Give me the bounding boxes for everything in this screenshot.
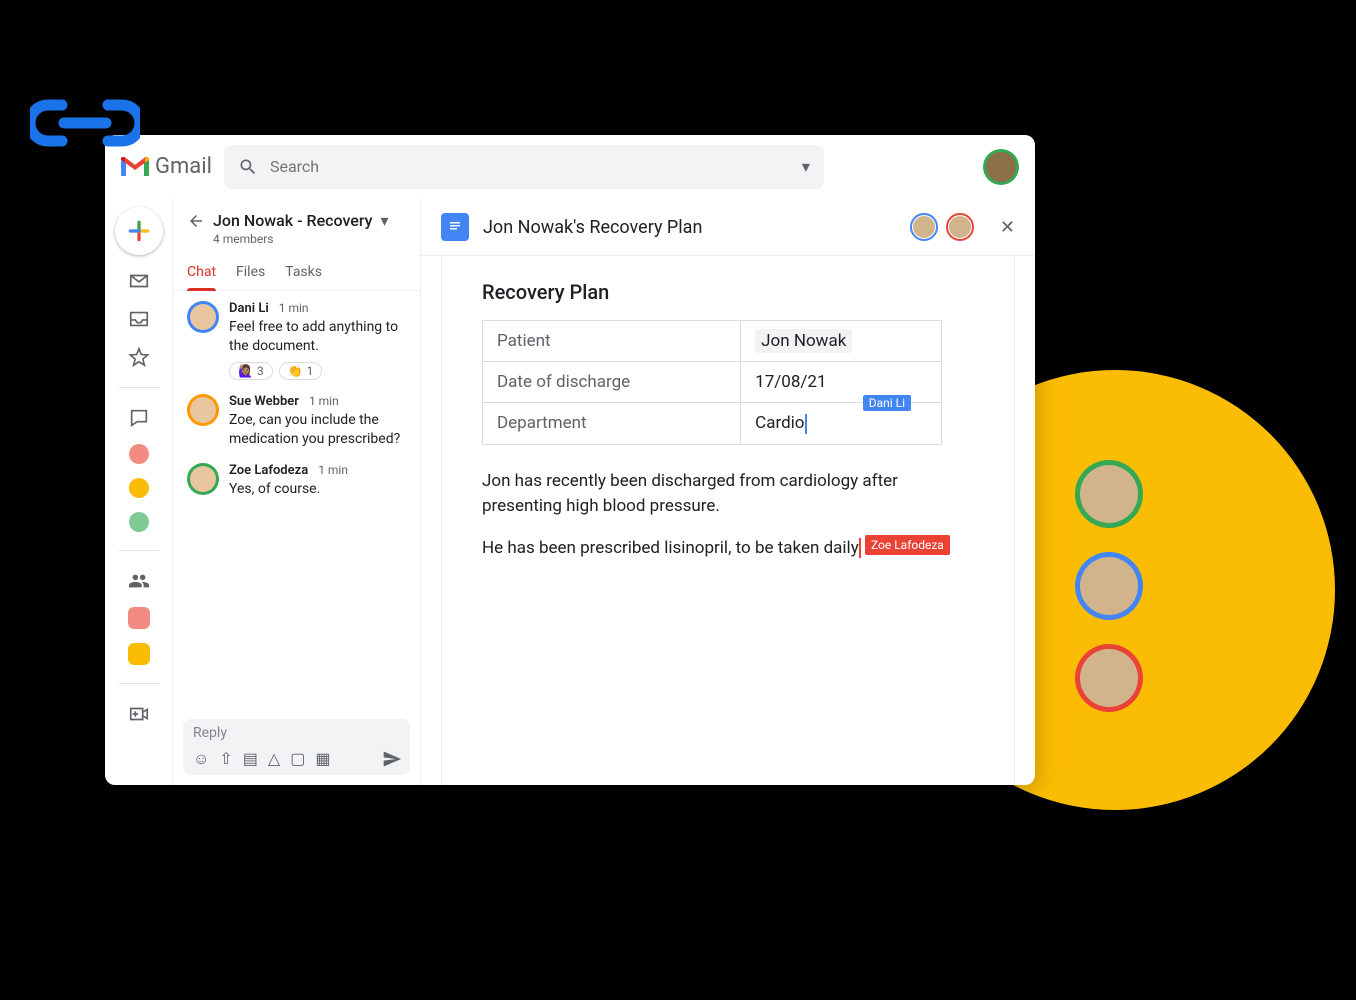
doc-title: Jon Nowak's Recovery Plan — [483, 217, 902, 238]
tab-files[interactable]: Files — [236, 264, 265, 290]
message-list: Dani Li 1 min Feel free to add anything t… — [173, 291, 420, 711]
emoji-icon[interactable]: ☺ — [193, 749, 209, 769]
avatar — [1075, 644, 1143, 712]
sender-name: Zoe Lafodeza — [229, 463, 308, 478]
paragraph: Jon has recently been discharged from ca… — [482, 469, 974, 520]
docs-icon[interactable]: ▤ — [243, 749, 258, 769]
chevron-down-icon[interactable]: ▾ — [381, 211, 389, 230]
search-input[interactable] — [270, 157, 790, 176]
sender-name: Dani Li — [229, 301, 269, 316]
cell-value: Cardio Dani Li — [741, 403, 942, 445]
space-item-yellow[interactable] — [128, 643, 150, 665]
mail-icon[interactable] — [127, 269, 151, 293]
cell-label: Department — [483, 403, 741, 445]
inbox-icon[interactable] — [127, 307, 151, 331]
message-text: Zoe, can you include the medication you … — [229, 411, 406, 449]
space-item-red[interactable] — [128, 607, 150, 629]
member-count: 4 members — [213, 232, 406, 246]
doc-header: Jon Nowak's Recovery Plan ✕ — [421, 199, 1035, 256]
cell-value: Jon Nowak — [741, 321, 942, 362]
chat-tabs: Chat Files Tasks — [173, 254, 420, 291]
search-bar[interactable]: ▾ — [224, 145, 824, 189]
table-row: Patient Jon Nowak — [483, 321, 942, 362]
doc-content[interactable]: Recovery Plan Patient Jon Nowak Date of … — [441, 256, 1015, 785]
info-table: Patient Jon Nowak Date of discharge 17/0… — [482, 320, 942, 445]
collaborator-avatar[interactable] — [946, 213, 974, 241]
room-title[interactable]: Jon Nowak - Recovery — [213, 211, 373, 230]
reply-input[interactable]: Reply ☺ ⇧ ▤ △ ▢ ▦ — [183, 719, 410, 775]
account-avatar[interactable] — [983, 149, 1019, 185]
table-row: Department Cardio Dani Li — [483, 403, 942, 445]
message-text: Yes, of course. — [229, 480, 406, 499]
close-icon[interactable]: ✕ — [1000, 217, 1015, 238]
doc-heading: Recovery Plan — [482, 280, 974, 304]
link-icon-decoration — [30, 95, 140, 150]
avatar-stack-decoration — [1075, 460, 1143, 712]
upload-icon[interactable]: ⇧ — [219, 749, 232, 769]
reaction[interactable]: 🙋🏽‍♀️3 — [229, 362, 273, 380]
cell-label: Date of discharge — [483, 362, 741, 403]
reply-placeholder: Reply — [193, 725, 227, 741]
message-time: 1 min — [279, 301, 309, 315]
sender-name: Sue Webber — [229, 394, 299, 409]
gmail-brand-text: Gmail — [155, 154, 212, 179]
avatar[interactable] — [187, 394, 219, 426]
cell-label: Patient — [483, 321, 741, 362]
google-docs-icon — [441, 213, 469, 241]
message: Dani Li 1 min Feel free to add anything t… — [187, 301, 406, 380]
status-dot-red[interactable] — [129, 444, 149, 464]
app-body: Jon Nowak - Recovery ▾ 4 members Chat Fi… — [105, 199, 1035, 785]
avatar — [1075, 552, 1143, 620]
star-icon[interactable] — [127, 345, 151, 369]
message: Sue Webber 1 min Zoe, can you include the… — [187, 394, 406, 449]
avatar — [1075, 460, 1143, 528]
status-dot-green[interactable] — [129, 512, 149, 532]
left-rail — [105, 199, 173, 785]
back-icon[interactable] — [187, 212, 205, 230]
tab-chat[interactable]: Chat — [187, 264, 216, 290]
status-dot-yellow[interactable] — [129, 478, 149, 498]
compose-button[interactable] — [115, 207, 163, 255]
drive-icon[interactable]: △ — [268, 749, 280, 769]
cell-value: 17/08/21 — [741, 362, 942, 403]
gmail-window: Gmail ▾ — [105, 135, 1035, 785]
avatar[interactable] — [187, 301, 219, 333]
message-time: 1 min — [318, 463, 348, 477]
collaborator-cursor-tag: Zoe Lafodeza — [865, 535, 950, 555]
header-bar: Gmail ▾ — [105, 135, 1035, 199]
search-options-icon[interactable]: ▾ — [802, 157, 810, 176]
chat-icon[interactable] — [127, 406, 151, 430]
document-panel: Jon Nowak's Recovery Plan ✕ Recovery Pla… — [421, 199, 1035, 785]
search-icon — [238, 157, 258, 177]
avatar[interactable] — [187, 463, 219, 495]
chat-header: Jon Nowak - Recovery ▾ 4 members — [173, 199, 420, 254]
reaction[interactable]: 👏1 — [279, 362, 323, 380]
video-icon[interactable]: ▢ — [290, 749, 305, 769]
paragraph: He has been prescribed lisinopril, to be… — [482, 536, 974, 562]
message-text: Feel free to add anything to the documen… — [229, 318, 406, 356]
message-time: 1 min — [309, 394, 339, 408]
message: Zoe Lafodeza 1 min Yes, of course. — [187, 463, 406, 499]
collaborator-avatar[interactable] — [910, 213, 938, 241]
meet-icon[interactable] — [127, 702, 151, 726]
people-icon[interactable] — [127, 569, 151, 593]
tab-tasks[interactable]: Tasks — [285, 264, 322, 290]
calendar-icon[interactable]: ▦ — [315, 749, 330, 769]
collaborator-cursor-tag: Dani Li — [863, 395, 911, 411]
gmail-logo[interactable]: Gmail — [121, 154, 212, 179]
send-icon[interactable] — [382, 749, 402, 769]
chat-panel: Jon Nowak - Recovery ▾ 4 members Chat Fi… — [173, 199, 421, 785]
